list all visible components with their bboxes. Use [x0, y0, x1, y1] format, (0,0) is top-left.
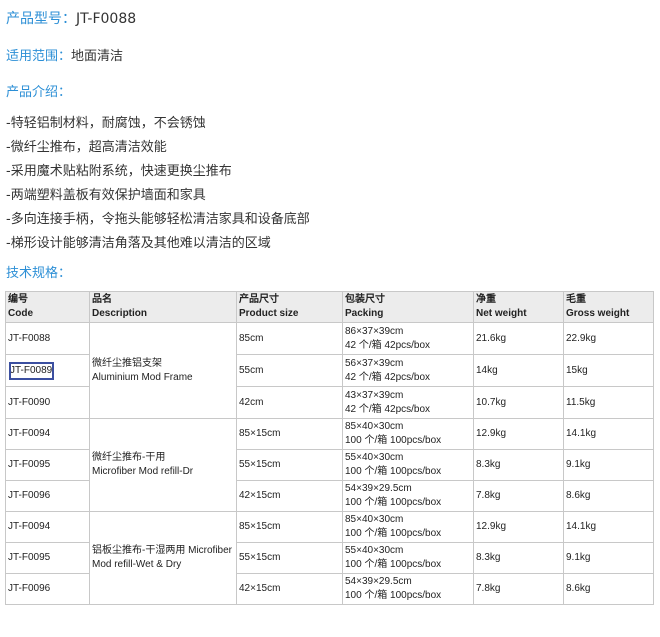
cell-size: 85×15cm: [236, 418, 343, 450]
feature-item: -多向连接手柄，令拖头能够轻松清洁家具和设备底部: [6, 212, 310, 227]
cell-gross-weight: 11.5kg: [563, 386, 654, 419]
cell-net-weight: 12.9kg: [473, 418, 564, 450]
table-header-row: 编号 Code 品名 Description 产品尺寸 Product size 包装…: [5, 291, 654, 323]
table-row: JT-F0094 微纤尘推布-干用 Microfiber Mod refill-D…: [5, 418, 654, 512]
feature-item: -梯形设计能够清洁角落及其他难以清洁的区域: [6, 236, 271, 251]
cell-gross-weight: 9.1kg: [563, 449, 654, 481]
cell-code: JT-F0088: [5, 322, 90, 355]
cell-description: 铝板尘推布-干湿两用 Microfiber Mod refill-Wet & Dr…: [89, 511, 237, 605]
cell-code: JT-F0096: [5, 480, 90, 512]
cell-packing: 54×39×29.5cm 100 个/箱 100pcs/box: [342, 573, 474, 605]
cell-packing: 43×37×39cm 42 个/箱 42pcs/box: [342, 386, 474, 419]
cell-net-weight: 8.3kg: [473, 542, 564, 574]
cell-code: JT-F0094: [5, 511, 90, 543]
product-model-value: JT-F0088: [76, 11, 137, 27]
col-header-product-size: 产品尺寸 Product size: [236, 291, 343, 323]
col-header-packing: 包装尺寸 Packing: [342, 291, 474, 323]
cell-gross-weight: 8.6kg: [563, 480, 654, 512]
cell-packing: 55×40×30cm 100 个/箱 100pcs/box: [342, 449, 474, 481]
cell-code: JT-F0090: [5, 386, 90, 419]
cell-packing: 86×37×39cm 42 个/箱 42pcs/box: [342, 322, 474, 355]
cell-packing: 55×40×30cm 100 个/箱 100pcs/box: [342, 542, 474, 574]
cell-description: 微纤尘推布-干用 Microfiber Mod refill-Dr: [89, 418, 237, 512]
feature-item: -两端塑料盖板有效保护墙面和家具: [6, 188, 206, 203]
product-model-line: 产品型号：JT-F0088: [6, 10, 136, 28]
cell-code: JT-F0096: [5, 573, 90, 605]
cell-net-weight: 7.8kg: [473, 573, 564, 605]
table-row: JT-F0094 铝板尘推布-干湿两用 Microfiber Mod refill…: [5, 511, 654, 605]
cell-gross-weight: 9.1kg: [563, 542, 654, 574]
col-header-net-weight: 净重 Net weight: [473, 291, 564, 323]
cell-code: JT-F0095: [5, 449, 90, 481]
scope-line: 适用范围：地面清洁: [6, 48, 123, 66]
col-header-code: 编号 Code: [5, 291, 90, 323]
cell-net-weight: 21.6kg: [473, 322, 564, 355]
cell-net-weight: 12.9kg: [473, 511, 564, 543]
cell-packing: 85×40×30cm 100 个/箱 100pcs/box: [342, 511, 474, 543]
spec-table: 编号 Code 品名 Description 产品尺寸 Product size 包装…: [5, 291, 654, 605]
cell-code: JT-F0094: [5, 418, 90, 450]
feature-item: -微纤尘推布，超高清洁效能: [6, 140, 167, 155]
product-model-label: 产品型号：: [6, 11, 76, 27]
cell-net-weight: 8.3kg: [473, 449, 564, 481]
cell-size: 55×15cm: [236, 449, 343, 481]
cell-gross-weight: 22.9kg: [563, 322, 654, 355]
cell-gross-weight: 14.1kg: [563, 418, 654, 450]
cell-code-highlighted: JT-F0089: [5, 354, 90, 387]
intro-heading: 产品介绍：: [6, 85, 72, 100]
spec-heading: 技术规格：: [6, 266, 72, 281]
table-row: JT-F0088 微纤尘推铝支架 Aluminium Mod Frame 85cm…: [5, 322, 654, 419]
cell-description: 微纤尘推铝支架 Aluminium Mod Frame: [89, 322, 237, 419]
cell-size: 85cm: [236, 322, 343, 355]
feature-item: -采用魔术贴粘附系统，快速更换尘推布: [6, 164, 232, 179]
feature-item: -特轻铝制材料，耐腐蚀，不会锈蚀: [6, 116, 206, 131]
cell-net-weight: 14kg: [473, 354, 564, 387]
cell-size: 42×15cm: [236, 573, 343, 605]
cell-net-weight: 10.7kg: [473, 386, 564, 419]
cell-size: 85×15cm: [236, 511, 343, 543]
cell-size: 55×15cm: [236, 542, 343, 574]
cell-packing: 85×40×30cm 100 个/箱 100pcs/box: [342, 418, 474, 450]
cell-packing: 54×39×29.5cm 100 个/箱 100pcs/box: [342, 480, 474, 512]
cell-gross-weight: 14.1kg: [563, 511, 654, 543]
cell-size: 55cm: [236, 354, 343, 387]
cell-packing: 56×37×39cm 42 个/箱 42pcs/box: [342, 354, 474, 387]
cell-code: JT-F0095: [5, 542, 90, 574]
cell-gross-weight: 8.6kg: [563, 573, 654, 605]
cell-gross-weight: 15kg: [563, 354, 654, 387]
scope-label: 适用范围：: [6, 49, 72, 64]
scope-value: 地面清洁: [71, 49, 124, 64]
col-header-description: 品名 Description: [89, 291, 237, 323]
cell-net-weight: 7.8kg: [473, 480, 564, 512]
col-header-gross-weight: 毛重 Gross weight: [563, 291, 654, 323]
cell-size: 42×15cm: [236, 480, 343, 512]
cell-size: 42cm: [236, 386, 343, 419]
